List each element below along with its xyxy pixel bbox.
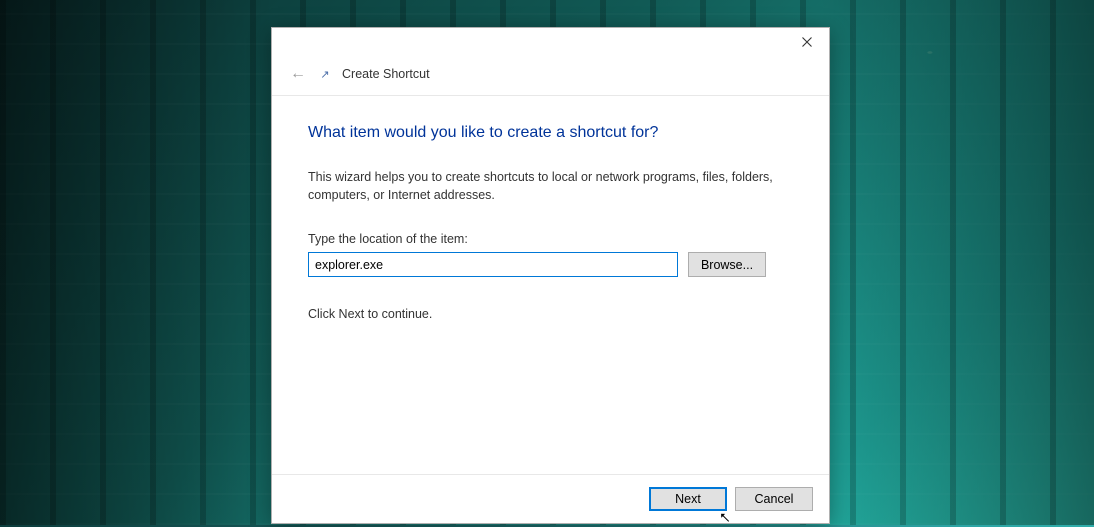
- location-field-label: Type the location of the item:: [308, 232, 793, 246]
- wizard-description: This wizard helps you to create shortcut…: [308, 168, 778, 204]
- create-shortcut-dialog: ← ↗ Create Shortcut What item would you …: [271, 27, 830, 524]
- dialog-title: Create Shortcut: [342, 67, 430, 81]
- dialog-footer: Next Cancel: [272, 474, 829, 523]
- wizard-heading: What item would you like to create a sho…: [308, 124, 793, 142]
- dialog-header: ← ↗ Create Shortcut: [272, 60, 829, 96]
- close-button[interactable]: [785, 28, 829, 56]
- dialog-content: What item would you like to create a sho…: [272, 96, 829, 474]
- back-arrow-icon: ←: [288, 65, 308, 83]
- browse-button[interactable]: Browse...: [688, 252, 766, 277]
- cancel-button[interactable]: Cancel: [735, 487, 813, 511]
- location-input[interactable]: [308, 252, 678, 277]
- shortcut-icon: ↗: [318, 67, 332, 81]
- close-icon: [802, 37, 812, 47]
- next-button[interactable]: Next: [649, 487, 727, 511]
- location-input-row: Browse...: [308, 252, 793, 277]
- continue-instruction: Click Next to continue.: [308, 307, 793, 321]
- dialog-titlebar: [272, 28, 829, 60]
